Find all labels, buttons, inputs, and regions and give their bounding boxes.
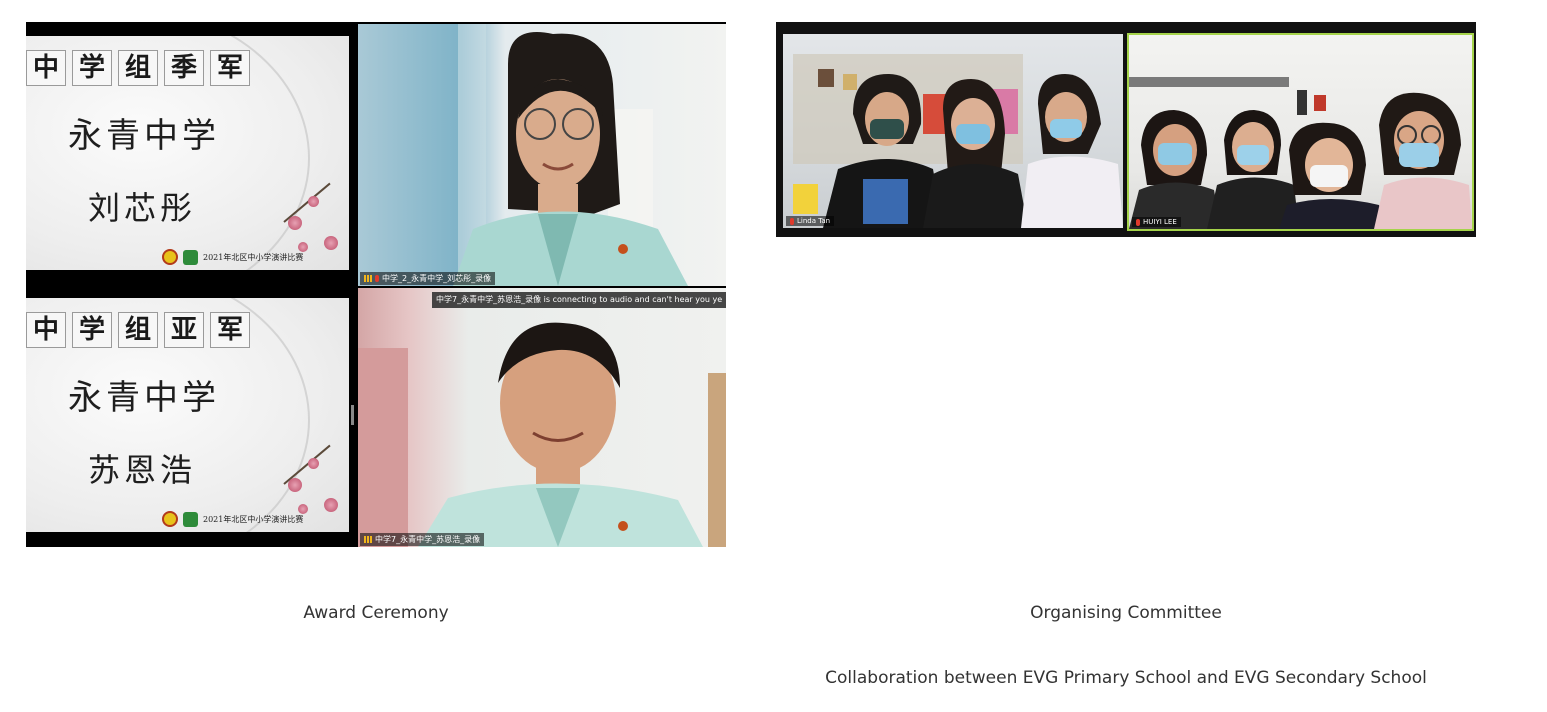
- award-ceremony-photo[interactable]: 中 学 组 季 军 永青中学 刘芯彤 2021年北区中小学演讲比赛 中学_2_永…: [26, 22, 726, 547]
- award-char: 学: [72, 312, 112, 348]
- blossom-decor: [308, 458, 319, 469]
- participant-name: 中学_2_永青中学_刘芯彤_录像: [382, 274, 492, 283]
- video-tile-student-2: 中学7_永青中学_苏恩浩_录像: [358, 288, 726, 547]
- committee-group-figures: [793, 54, 1123, 228]
- participant-label: 中学7_永青中学_苏恩浩_录像: [360, 533, 485, 546]
- blossom-decor: [288, 216, 302, 230]
- participant-label: HUIYI LEE: [1132, 217, 1181, 227]
- mic-muted-icon: [790, 217, 794, 225]
- student-figure: [358, 322, 726, 547]
- caption-organising-committee: Organising Committee: [1030, 603, 1222, 623]
- caption-collaboration: Collaboration between EVG Primary School…: [825, 668, 1427, 688]
- competition-logo-icon: [162, 249, 178, 265]
- award-char: 组: [118, 312, 158, 348]
- participant-name: Linda Tan: [797, 217, 831, 225]
- award-char: 组: [118, 50, 158, 86]
- winner-name: 苏恩浩: [88, 451, 197, 489]
- committee-group-figures: [1129, 77, 1472, 229]
- award-title: 中 学 组 季 军: [26, 50, 250, 86]
- school-logo-icon: [183, 511, 198, 527]
- blossom-decor: [324, 236, 338, 250]
- award-char: 季: [164, 50, 204, 86]
- award-char: 军: [210, 50, 250, 86]
- signal-icon: [364, 536, 372, 543]
- video-tile-huiyi-lee: HUIYI LEE: [1127, 33, 1474, 231]
- competition-logo-icon: [162, 511, 178, 527]
- school-logo-icon: [183, 249, 198, 265]
- award-char: 亚: [164, 312, 204, 348]
- award-char: 中: [26, 312, 66, 348]
- blossom-decor: [308, 196, 319, 207]
- audio-connecting-notification: 中学7_永青中学_苏恩浩_录像 is connecting to audio a…: [432, 292, 726, 308]
- blossom-decor: [288, 478, 302, 492]
- slide-footer: 2021年北区中小学演讲比赛: [162, 249, 303, 265]
- award-slide-third-place: 中 学 组 季 军 永青中学 刘芯彤 2021年北区中小学演讲比赛: [26, 36, 349, 270]
- award-title: 中 学 组 亚 军: [26, 312, 250, 348]
- award-char: 军: [210, 312, 250, 348]
- signal-icon: [364, 275, 372, 282]
- blossom-decor: [324, 498, 338, 512]
- slide-footer: 2021年北区中小学演讲比赛: [162, 511, 303, 527]
- organising-committee-photo[interactable]: Linda Tan HUIYI LEE: [776, 22, 1476, 237]
- participant-name: HUIYI LEE: [1143, 218, 1177, 226]
- video-tile-linda-tan: Linda Tan: [783, 34, 1123, 228]
- video-tile-student-1: 中学_2_永青中学_刘芯彤_录像: [358, 24, 726, 286]
- award-char: 中: [26, 50, 66, 86]
- participant-label: Linda Tan: [786, 216, 835, 226]
- gallery-divider-handle[interactable]: [351, 405, 354, 425]
- participant-name: 中学7_永青中学_苏恩浩_录像: [375, 535, 481, 544]
- school-name: 永青中学: [68, 116, 220, 156]
- footer-text: 2021年北区中小学演讲比赛: [203, 252, 304, 262]
- award-char: 学: [72, 50, 112, 86]
- mic-muted-icon: [1136, 218, 1140, 226]
- participant-label: 中学_2_永青中学_刘芯彤_录像: [360, 272, 496, 285]
- footer-text: 2021年北区中小学演讲比赛: [203, 514, 304, 524]
- school-name: 永青中学: [68, 378, 220, 418]
- caption-award-ceremony: Award Ceremony: [303, 603, 449, 623]
- award-slide-second-place: 中 学 组 亚 军 永青中学 苏恩浩 2021年北区中小学演讲比赛: [26, 298, 349, 532]
- winner-name: 刘芯彤: [88, 189, 197, 227]
- student-figure: [453, 24, 688, 286]
- mic-muted-icon: [375, 275, 379, 282]
